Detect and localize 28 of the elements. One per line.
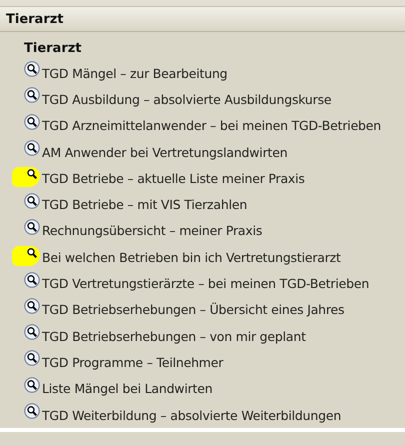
search-icon[interactable]	[24, 87, 40, 104]
search-icon[interactable]	[24, 218, 40, 235]
menu-link[interactable]: TGD Betriebe – aktuelle Liste meiner Praxis	[42, 170, 305, 186]
menu-link[interactable]: TGD Programme – Teilnehmer	[42, 354, 224, 370]
menu-link[interactable]: TGD Mängel – zur Bearbeitung	[42, 66, 228, 81]
search-icon[interactable]	[24, 272, 40, 288]
search-icon[interactable]	[24, 350, 40, 366]
menu-link[interactable]: Bei welchen Betrieben bin ich Vertretungstierarzt	[42, 250, 341, 265]
menu-link[interactable]: TGD Betriebe – mit VIS Tierzahlen	[42, 197, 248, 212]
menu-link[interactable]: TGD Betriebserhebungen – Übersicht eines Jahres	[42, 302, 344, 318]
search-icon[interactable]	[24, 298, 40, 314]
menu-link[interactable]: TGD Ausbildung – absolvierte Ausbildungskurse	[42, 92, 332, 107]
menu-link[interactable]: TGD Vertretungstierärzte – bei meinen TGD-Betrieben	[42, 276, 370, 292]
search-icon[interactable]	[24, 114, 40, 130]
menu-link[interactable]: TGD Arzneimittelanwender – bei meinen TGD-Betrieben	[42, 118, 382, 134]
menu-link[interactable]: TGD Betriebserhebungen – von mir geplant	[42, 328, 306, 344]
menu-link[interactable]: Liste Mängel bei Landwirten	[42, 381, 212, 396]
search-icon[interactable]	[24, 403, 40, 419]
menu-link[interactable]: TGD Weiterbildung – absolvierte Weiterbildungen	[42, 408, 342, 422]
menu-link[interactable]: Rechnungsübersicht – meiner Praxis	[42, 223, 262, 238]
search-icon[interactable]	[24, 61, 40, 78]
search-icon[interactable]	[24, 324, 40, 340]
panel-title: Tierarzt	[6, 12, 64, 26]
menu-link[interactable]: AM Anwender bei Vertretungslandwirten	[42, 144, 288, 160]
search-icon[interactable]	[24, 192, 40, 209]
search-icon[interactable]	[24, 140, 40, 156]
search-icon[interactable]	[24, 376, 40, 393]
section-title: Tierarzt	[24, 40, 83, 58]
